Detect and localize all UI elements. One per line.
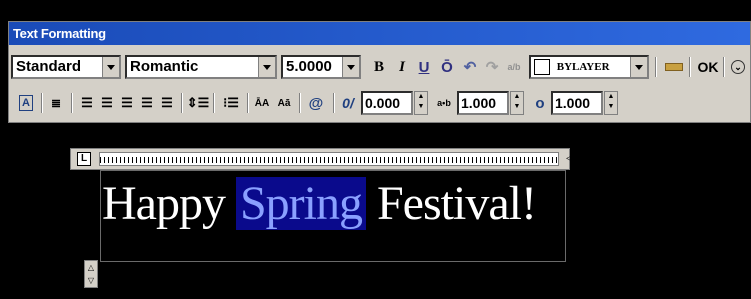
align-left-icon: ☰	[81, 95, 93, 110]
align-center-button[interactable]: ☰	[99, 92, 115, 114]
numbering-button[interactable]: ⁝☰	[219, 92, 243, 114]
undo-button[interactable]: ↶	[461, 56, 479, 78]
oblique-angle-icon: 0/	[342, 95, 354, 111]
paragraph-icon: ≣	[50, 96, 62, 110]
width-factor-input[interactable]: 1.000	[551, 91, 603, 115]
separator	[247, 93, 249, 113]
align-right-icon: ☰	[121, 95, 133, 110]
tracking-spinner[interactable]: ▲ ▼	[510, 91, 524, 115]
separator	[213, 93, 215, 113]
bold-button[interactable]: B	[369, 56, 389, 78]
options-button[interactable]: ⌄	[729, 56, 747, 78]
symbol-button[interactable]: @	[305, 92, 327, 114]
stack-button[interactable]: a/b	[505, 56, 523, 78]
separator	[333, 93, 335, 113]
toolbar-row-2: A ≣ ☰ ☰ ☰ ☰ ☰ ⇕☰ ⁝☰ ĀA Aā @ 0/ 0.000 ▲ ▼ …	[9, 89, 750, 119]
justify-icon: ☰	[141, 95, 153, 110]
toolbar-row-1: Standard Romantic 5.0000 B I U Ō ↶ ↷ a/b…	[9, 53, 750, 83]
width-factor-spinner[interactable]: ▲ ▼	[604, 91, 618, 115]
align-left-button[interactable]: ☰	[79, 92, 95, 114]
text-height-value: 5.0000	[286, 58, 332, 75]
justify-button[interactable]: ☰	[139, 92, 155, 114]
color-swatch-icon	[534, 59, 550, 76]
line-spacing-button[interactable]: ⇕☰	[186, 92, 210, 114]
chevron-down-icon[interactable]	[630, 57, 647, 77]
separator	[723, 57, 725, 77]
editor-text[interactable]: Happy Spring Festival!	[102, 176, 537, 231]
resize-handle-icon[interactable]: ◁▷	[566, 153, 581, 164]
ruler-icon	[665, 63, 683, 71]
justification-button[interactable]: A	[15, 92, 37, 114]
distribute-button[interactable]: ☰	[159, 92, 175, 114]
distribute-icon: ☰	[161, 95, 173, 110]
style-select[interactable]: Standard	[11, 55, 121, 79]
uppercase-button[interactable]: ĀA	[253, 92, 271, 114]
color-select[interactable]: BYLAYER	[529, 55, 649, 79]
overline-button[interactable]: Ō	[437, 56, 457, 78]
numbering-icon: ⁝☰	[223, 95, 239, 110]
font-value: Romantic	[130, 58, 199, 75]
justification-icon: A	[19, 95, 33, 111]
selected-text: Spring	[235, 177, 366, 230]
line-spacing-icon: ⇕☰	[186, 95, 210, 110]
underline-button[interactable]: U	[415, 56, 433, 78]
tracking-icon: a•b	[437, 98, 451, 108]
separator	[71, 93, 73, 113]
window-title[interactable]: Text Formatting	[9, 22, 750, 45]
ruler-button[interactable]	[663, 56, 685, 78]
redo-button[interactable]: ↷	[483, 56, 501, 78]
align-center-icon: ☰	[101, 95, 113, 110]
tracking-input[interactable]: 1.000	[457, 91, 509, 115]
text-formatting-toolbar: Text Formatting Standard Romantic 5.0000…	[8, 21, 751, 123]
font-select[interactable]: Romantic	[125, 55, 277, 79]
text-segment: Happy	[102, 177, 236, 230]
chevron-down-icon[interactable]	[342, 57, 359, 77]
separator	[689, 57, 691, 77]
chevron-down-icon[interactable]	[102, 57, 119, 77]
separator	[41, 93, 43, 113]
options-chevron-icon: ⌄	[731, 60, 745, 74]
lowercase-button[interactable]: Aā	[275, 92, 293, 114]
ruler[interactable]: L ◁▷	[70, 148, 581, 170]
align-right-button[interactable]: ☰	[119, 92, 135, 114]
separator	[655, 57, 657, 77]
separator	[181, 93, 183, 113]
style-value: Standard	[16, 58, 82, 75]
color-value: BYLAYER	[556, 61, 610, 73]
ruler-track[interactable]	[99, 152, 559, 166]
italic-button[interactable]: I	[393, 56, 411, 78]
text-height-select[interactable]: 5.0000	[281, 55, 361, 79]
oblique-angle-spinner[interactable]: ▲ ▼	[414, 91, 428, 115]
height-resize-handle[interactable]: △ ▽	[84, 260, 98, 288]
ok-button[interactable]: OK	[695, 56, 721, 78]
text-segment: Festival!	[365, 177, 537, 230]
tab-type-button[interactable]: L	[77, 152, 91, 166]
paragraph-button[interactable]: ≣	[47, 92, 65, 114]
width-factor-icon: o	[535, 94, 545, 112]
separator	[299, 93, 301, 113]
oblique-angle-input[interactable]: 0.000	[361, 91, 413, 115]
chevron-down-icon[interactable]	[258, 57, 275, 77]
